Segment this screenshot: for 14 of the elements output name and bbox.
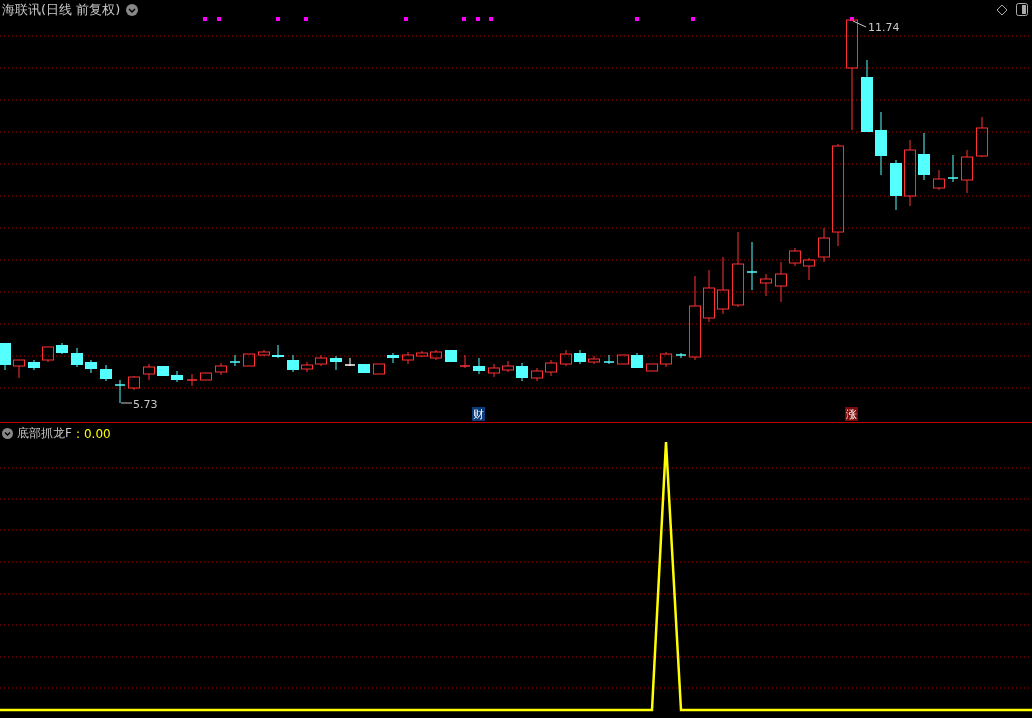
dropdown-icon[interactable] bbox=[2, 428, 13, 439]
event-badge[interactable]: 涨 bbox=[845, 407, 858, 421]
panel-toggle-icon[interactable] bbox=[1016, 3, 1028, 16]
price-label: 11.74 bbox=[868, 21, 900, 34]
indicator-value: 0.00 bbox=[83, 426, 111, 441]
leader-line bbox=[852, 20, 867, 28]
event-badge[interactable]: 财 bbox=[472, 407, 485, 421]
chart-title: 海联讯(日线 前复权) bbox=[2, 1, 121, 19]
diamond-icon[interactable] bbox=[996, 3, 1008, 16]
price-label: 5.73 bbox=[133, 398, 158, 411]
leader-line bbox=[120, 402, 133, 404]
dropdown-icon[interactable] bbox=[126, 4, 139, 16]
indicator-name: 底部抓龙F bbox=[17, 425, 72, 442]
indicator-separator: : bbox=[75, 426, 80, 441]
